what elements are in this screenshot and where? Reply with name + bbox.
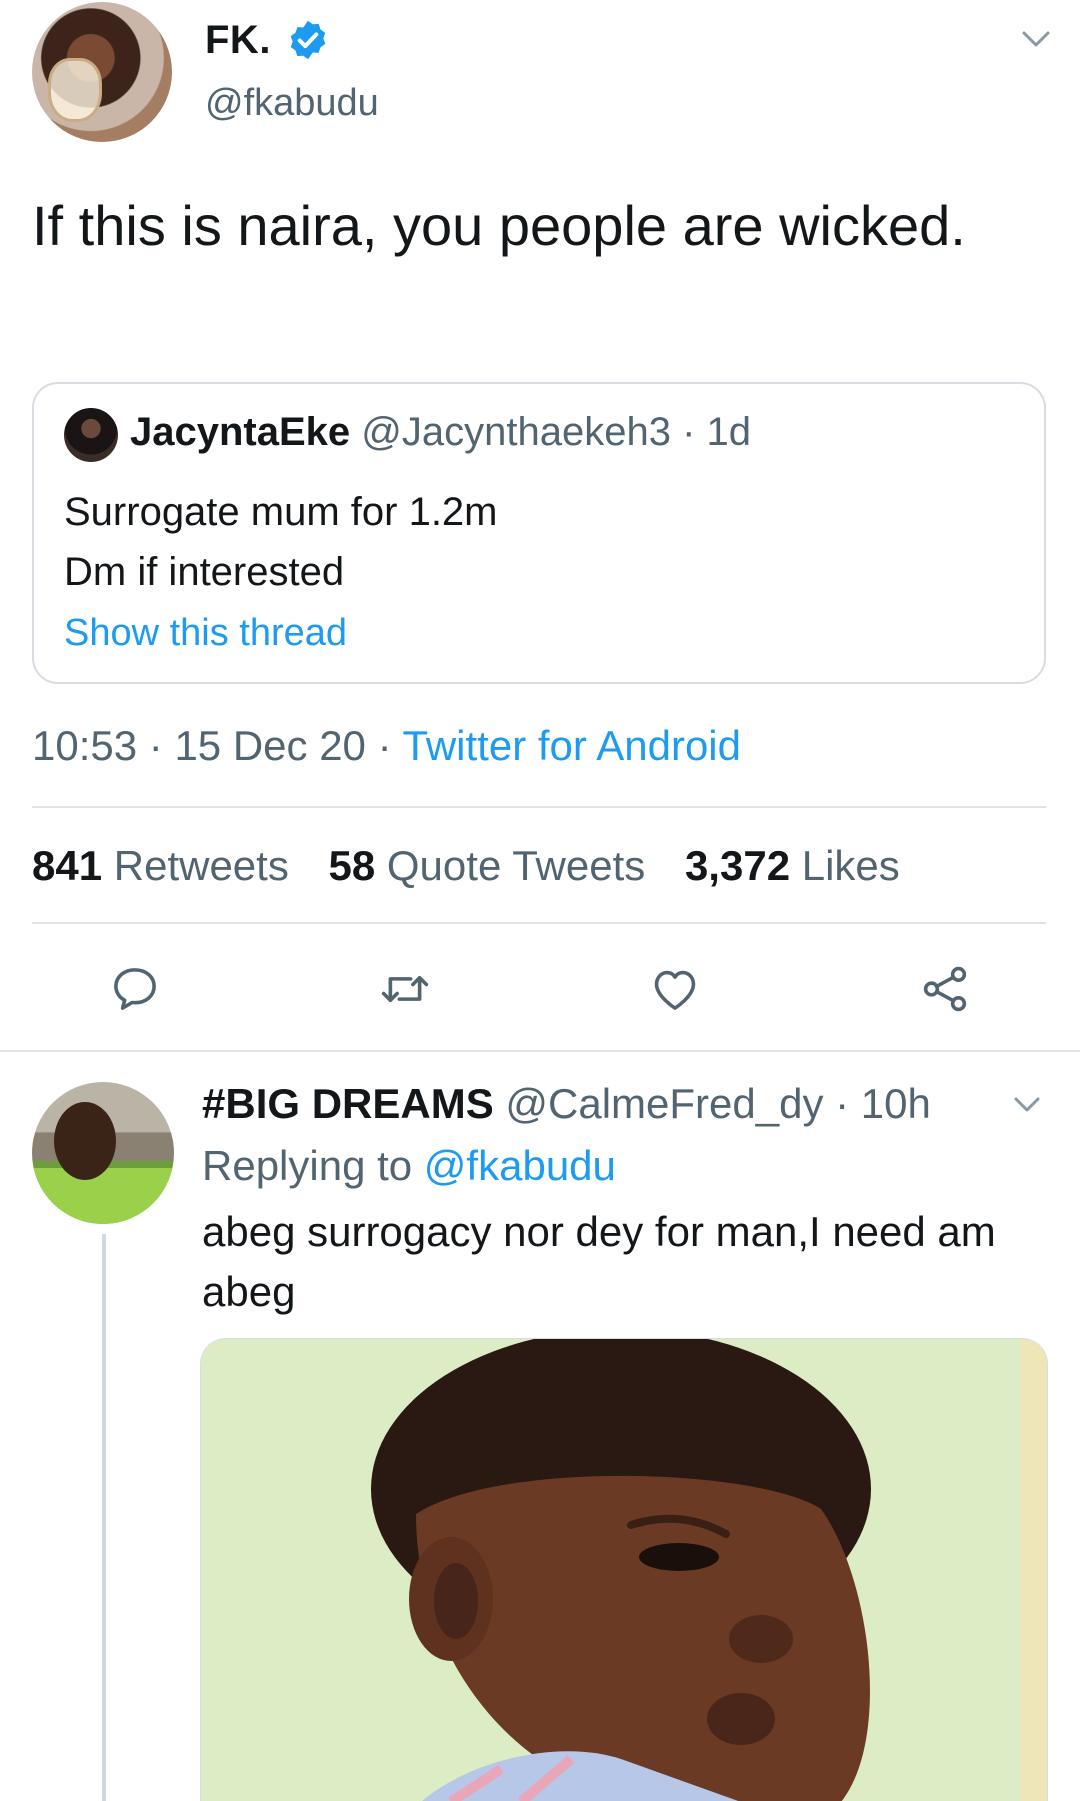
quoted-tweet-text: Surrogate mum for 1.2m Dm if interested (64, 482, 498, 602)
quote-tweets-label: Quote Tweets (386, 842, 646, 889)
tweet-meta: 10:53 · 15 Dec 20 · Twitter for Android (32, 722, 741, 770)
quoted-tweet-header: JacyntaEke @Jacynthaekeh3 · 1d (130, 410, 751, 455)
section-divider (0, 1050, 1080, 1052)
tweet-date: 15 Dec 20 (174, 722, 366, 769)
tweet-text: If this is naira, you people are wicked. (32, 194, 966, 257)
tweet-time: 10:53 (32, 722, 138, 769)
avatar-face-shape (54, 1102, 116, 1180)
reply-icon[interactable] (108, 962, 162, 1016)
avatar-shirt-shape (32, 1168, 174, 1224)
show-thread-link[interactable]: Show this thread (64, 612, 347, 655)
tweet-stats: 841 Retweets 58 Quote Tweets 3,372 Likes (32, 842, 928, 890)
reply-text: abeg surrogacy nor dey for man,I need am… (202, 1208, 996, 1315)
divider (32, 922, 1046, 924)
reply-age: 10h (860, 1080, 931, 1127)
reply-author-handle[interactable]: @CalmeFred_dy (505, 1080, 823, 1127)
retweets-stat[interactable]: 841 Retweets (32, 842, 289, 889)
author-avatar[interactable] (32, 2, 172, 142)
retweet-icon[interactable] (378, 962, 432, 1016)
reply-media-image[interactable] (200, 1338, 1048, 1801)
reply-header: #BIG DREAMS @CalmeFred_dy · 10h (202, 1080, 931, 1128)
reply-separator: · (835, 1080, 850, 1127)
meta-separator: · (377, 722, 392, 769)
thread-connector-line (102, 1234, 106, 1801)
quote-tweets-stat[interactable]: 58 Quote Tweets (329, 842, 646, 889)
likes-count: 3,372 (684, 842, 791, 889)
child-photo-illustration (201, 1339, 1047, 1801)
replying-to: Replying to @fkabudu (202, 1142, 616, 1190)
chevron-down-icon[interactable] (1018, 24, 1054, 54)
reply-author-avatar[interactable] (32, 1082, 174, 1224)
verified-badge-icon (290, 20, 326, 60)
retweets-label: Retweets (113, 842, 289, 889)
likes-stat[interactable]: 3,372 Likes (685, 842, 900, 889)
meta-separator: · (148, 722, 163, 769)
quoted-text-line-1: Surrogate mum for 1.2m (64, 490, 498, 534)
retweets-count: 841 (32, 842, 103, 889)
quoted-author-handle[interactable]: @Jacynthaekeh3 (361, 410, 671, 454)
chevron-down-icon[interactable] (1010, 1090, 1044, 1118)
quoted-author-name[interactable]: JacyntaEke (130, 410, 350, 454)
likes-label: Likes (801, 842, 900, 889)
reply-author-name[interactable]: #BIG DREAMS (202, 1080, 494, 1127)
author-name[interactable]: FK. (205, 18, 271, 63)
replying-mention-link[interactable]: @fkabudu (424, 1142, 616, 1189)
tweet-source-link[interactable]: Twitter for Android (403, 722, 741, 769)
avatar-glass-shape (48, 58, 102, 122)
quoted-author-avatar[interactable] (64, 408, 118, 462)
like-icon[interactable] (648, 962, 702, 1016)
quote-tweets-count: 58 (328, 842, 376, 889)
replying-prefix: Replying to (202, 1142, 413, 1189)
author-handle[interactable]: @fkabudu (205, 82, 379, 125)
quoted-text-line-2: Dm if interested (64, 550, 345, 594)
quoted-separator: · (682, 410, 696, 454)
divider (32, 806, 1046, 808)
quoted-tweet-age: 1d (706, 410, 752, 454)
share-icon[interactable] (918, 962, 972, 1016)
